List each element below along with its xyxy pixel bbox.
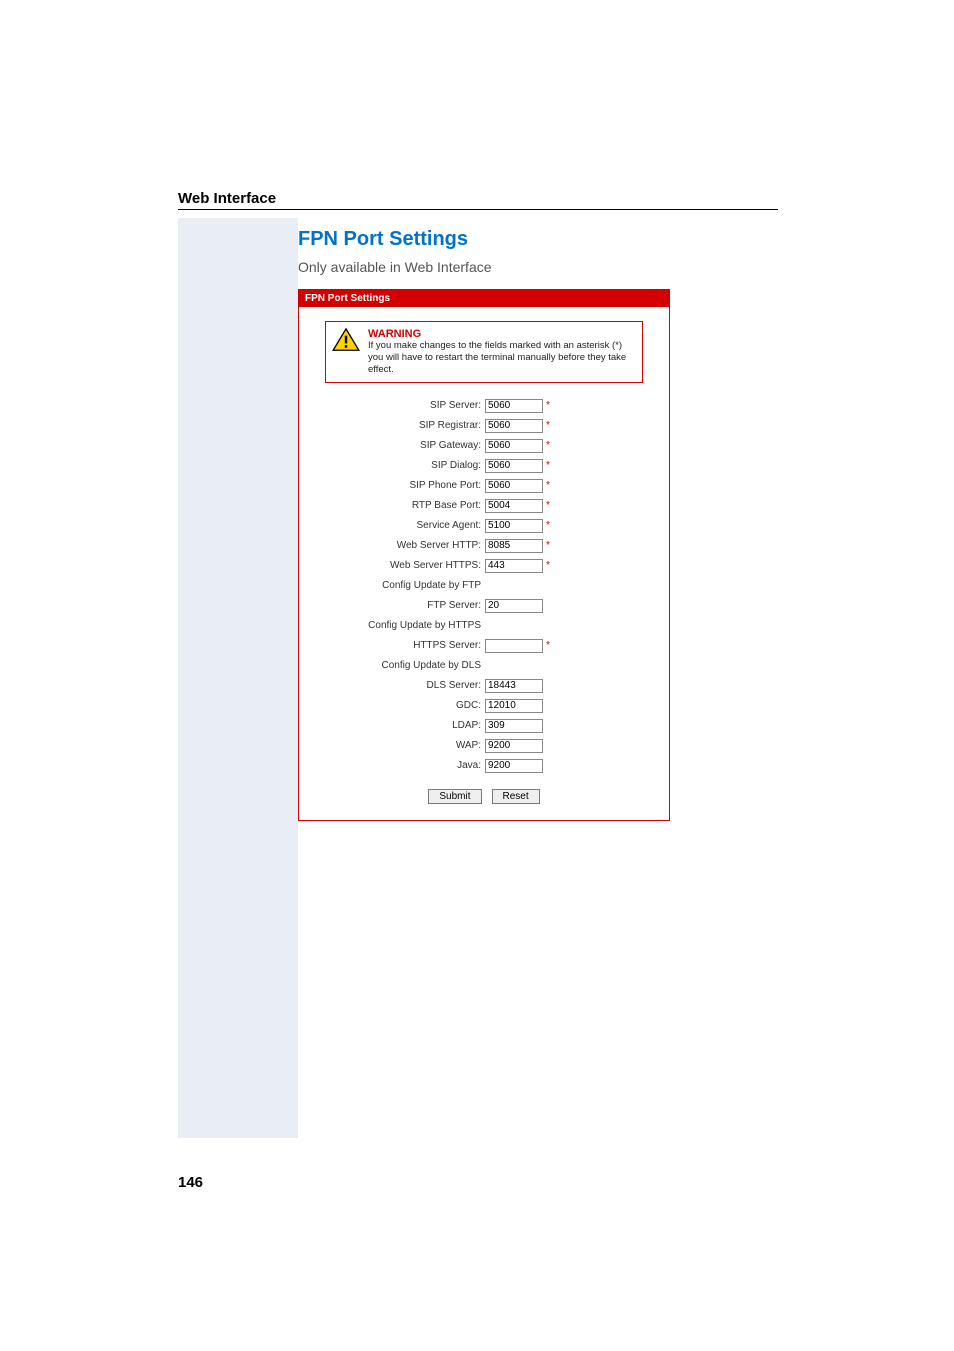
- page-number: 146: [178, 1174, 203, 1191]
- label-web-https: Web Server HTTPS:: [311, 560, 485, 571]
- input-sip-registrar[interactable]: [485, 419, 543, 433]
- input-ldap[interactable]: [485, 719, 543, 733]
- label-web-http: Web Server HTTP:: [311, 540, 485, 551]
- group-label-dls: Config Update by DLS: [311, 660, 485, 671]
- label-sip-gateway: SIP Gateway:: [311, 440, 485, 451]
- label-dls-server: DLS Server:: [311, 680, 485, 691]
- left-margin-band: [178, 218, 298, 1138]
- warning-box: WARNING If you make changes to the field…: [325, 321, 643, 383]
- panel-title: FPN Port Settings: [299, 290, 669, 307]
- group-label-https: Config Update by HTTPS: [311, 620, 485, 631]
- input-wap[interactable]: [485, 739, 543, 753]
- input-https-server[interactable]: [485, 639, 543, 653]
- label-wap: WAP:: [311, 740, 485, 751]
- label-rtp-base-port: RTP Base Port:: [311, 500, 485, 511]
- asterisk-icon: *: [546, 520, 550, 531]
- breadcrumb: Web Interface: [178, 190, 954, 207]
- input-sip-server[interactable]: [485, 399, 543, 413]
- asterisk-icon: *: [546, 640, 550, 651]
- label-gdc: GDC:: [311, 700, 485, 711]
- asterisk-icon: *: [546, 560, 550, 571]
- input-sip-gateway[interactable]: [485, 439, 543, 453]
- submit-button[interactable]: Submit: [428, 789, 481, 804]
- asterisk-icon: *: [546, 420, 550, 431]
- asterisk-icon: *: [546, 460, 550, 471]
- input-sip-dialog[interactable]: [485, 459, 543, 473]
- asterisk-icon: *: [546, 400, 550, 411]
- label-https-server: HTTPS Server:: [311, 640, 485, 651]
- input-java[interactable]: [485, 759, 543, 773]
- asterisk-icon: *: [546, 500, 550, 511]
- page-title: FPN Port Settings: [298, 228, 778, 251]
- header-divider: [178, 209, 778, 210]
- asterisk-icon: *: [546, 480, 550, 491]
- label-sip-phone-port: SIP Phone Port:: [311, 480, 485, 491]
- group-label-ftp: Config Update by FTP: [311, 580, 485, 591]
- label-service-agent: Service Agent:: [311, 520, 485, 531]
- label-ldap: LDAP:: [311, 720, 485, 731]
- input-web-http[interactable]: [485, 539, 543, 553]
- input-web-https[interactable]: [485, 559, 543, 573]
- warning-icon: [332, 328, 360, 352]
- warning-heading: WARNING: [368, 328, 632, 340]
- label-sip-registrar: SIP Registrar:: [311, 420, 485, 431]
- fpn-port-settings-panel: FPN Port Settings WARNING If you make ch…: [298, 289, 670, 821]
- label-ftp-server: FTP Server:: [311, 600, 485, 611]
- label-java: Java:: [311, 760, 485, 771]
- input-dls-server[interactable]: [485, 679, 543, 693]
- input-rtp-base-port[interactable]: [485, 499, 543, 513]
- reset-button[interactable]: Reset: [492, 789, 540, 804]
- input-ftp-server[interactable]: [485, 599, 543, 613]
- input-service-agent[interactable]: [485, 519, 543, 533]
- asterisk-icon: *: [546, 540, 550, 551]
- label-sip-server: SIP Server:: [311, 400, 485, 411]
- warning-body: If you make changes to the fields marked…: [368, 340, 632, 376]
- page-subtitle: Only available in Web Interface: [298, 259, 778, 275]
- input-sip-phone-port[interactable]: [485, 479, 543, 493]
- label-sip-dialog: SIP Dialog:: [311, 460, 485, 471]
- asterisk-icon: *: [546, 440, 550, 451]
- input-gdc[interactable]: [485, 699, 543, 713]
